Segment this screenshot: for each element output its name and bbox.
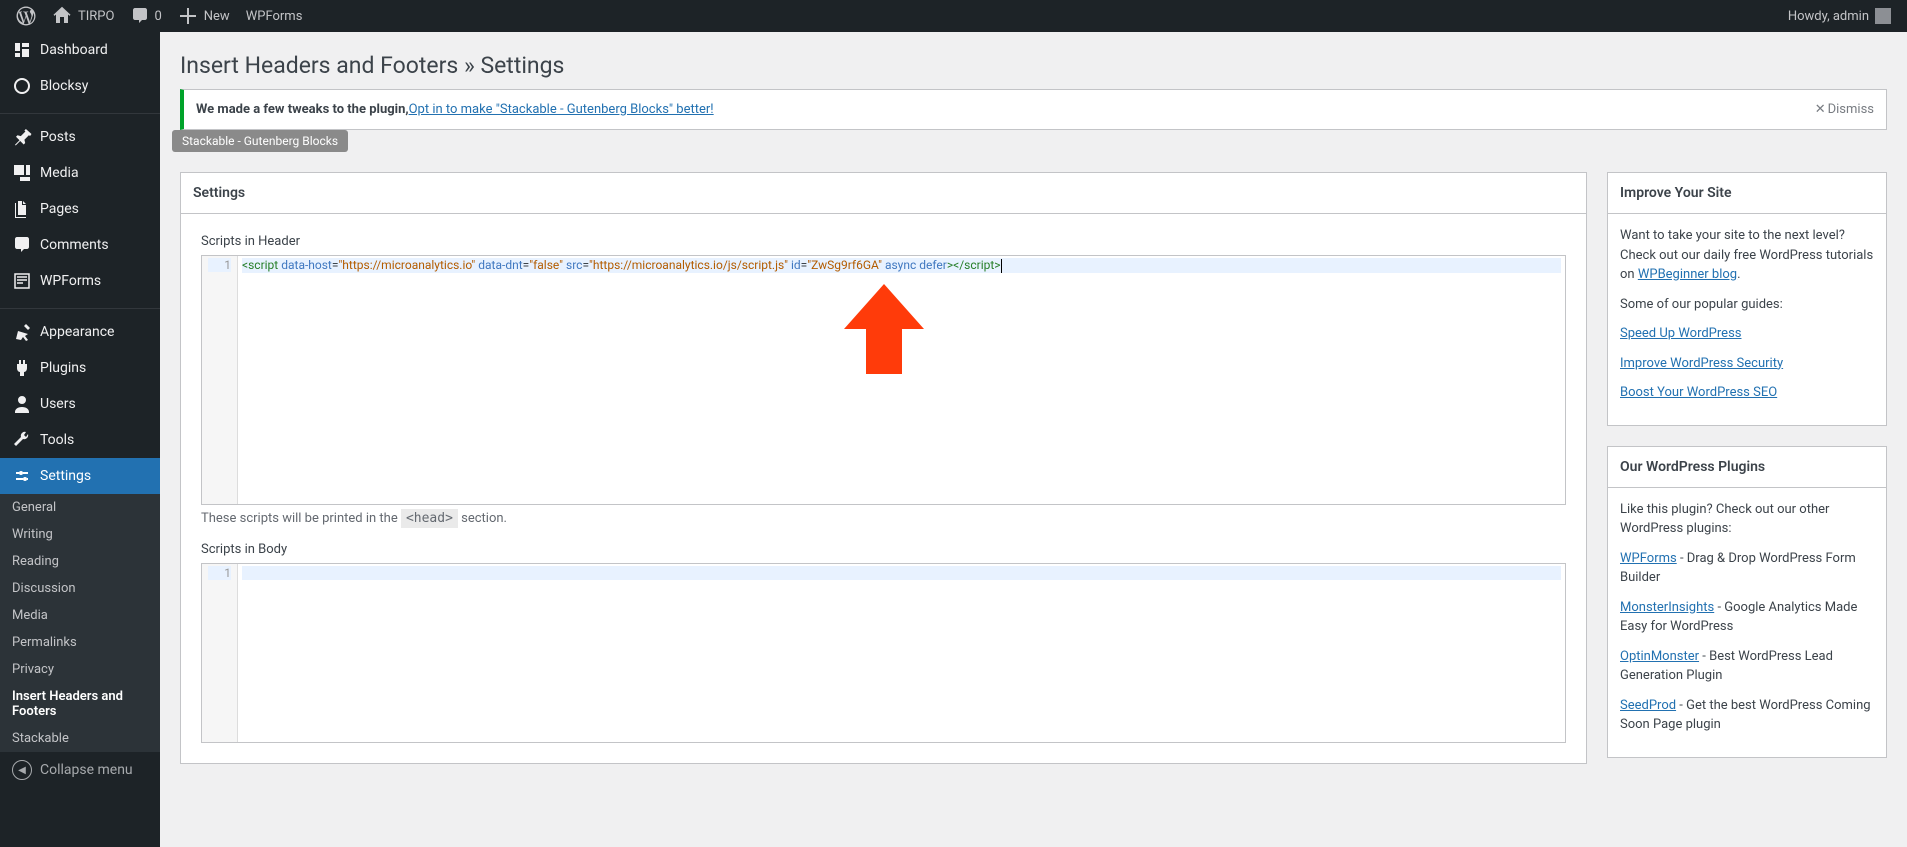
menu-item-appearance[interactable]: Appearance [0,314,160,350]
comment-icon [12,235,32,255]
notice-tag: Stackable - Gutenberg Blocks [172,130,348,152]
wpforms-icon [12,271,32,291]
submenu-item[interactable]: Permalinks [0,629,160,656]
submenu-item[interactable]: Privacy [0,656,160,683]
new-link[interactable]: New [170,0,238,32]
guide-link[interactable]: Speed Up WordPress [1620,326,1741,341]
guide-link[interactable]: Improve WordPress Security [1620,356,1783,371]
user-icon [12,394,32,414]
submenu-item[interactable]: Insert Headers and Footers [0,683,160,725]
account-link[interactable]: Howdy, admin [1780,0,1899,32]
menu-item-settings[interactable]: Settings [0,458,160,494]
new-label: New [204,9,230,24]
submenu-item[interactable]: Reading [0,548,160,575]
menu-item-dashboard[interactable]: Dashboard [0,32,160,68]
wpforms-label: WPForms [246,9,303,24]
submenu-item[interactable]: Discussion [0,575,160,602]
pin-icon [12,127,32,147]
tools-icon [12,430,32,450]
arrow-annotation-icon [844,284,924,374]
submenu-item[interactable]: Media [0,602,160,629]
menu-item-media[interactable]: Media [0,155,160,191]
notice-link[interactable]: Opt in to make "Stackable - Gutenberg Bl… [409,102,714,117]
menu-item-users[interactable]: Users [0,386,160,422]
notice-text: We made a few tweaks to the plugin, [196,102,409,117]
submenu-item[interactable]: Writing [0,521,160,548]
plus-icon [178,6,198,26]
improve-title: Improve Your Site [1608,173,1886,214]
plugin-link[interactable]: SeedProd [1620,698,1676,713]
menu-item-pages[interactable]: Pages [0,191,160,227]
close-icon: ✕ [1815,102,1826,117]
comments-link[interactable]: 0 [122,0,169,32]
site-name: TIRPO [78,9,114,24]
notice: We made a few tweaks to the plugin, Opt … [180,89,1887,130]
wordpress-icon [16,6,36,26]
menu-item-plugins[interactable]: Plugins [0,350,160,386]
comment-count: 0 [154,9,161,24]
submenu-item[interactable]: General [0,494,160,521]
settings-icon [12,466,32,486]
settings-title: Settings [181,173,1586,214]
collapse-menu[interactable]: ◀Collapse menu [0,752,160,788]
pages-icon [12,199,32,219]
submenu-item[interactable]: Stackable [0,725,160,752]
header-help: These scripts will be printed in the <he… [201,511,1566,526]
plugin-link[interactable]: OptinMonster [1620,649,1699,664]
comment-icon [130,6,150,26]
plugin-link[interactable]: WPForms [1620,551,1677,566]
plugins-box: Our WordPress Plugins Like this plugin? … [1607,446,1887,758]
dashboard-icon [12,40,32,60]
body-scripts-editor[interactable]: 1 [201,563,1566,743]
guide-link[interactable]: Boost Your WordPress SEO [1620,385,1777,400]
collapse-icon: ◀ [12,760,32,780]
header-scripts-label: Scripts in Header [201,234,1566,249]
plugins-title: Our WordPress Plugins [1608,447,1886,488]
howdy-text: Howdy, admin [1788,9,1869,24]
admin-bar: TIRPO 0 New WPForms Howdy, admin [0,0,1907,32]
page-title: Insert Headers and Footers » Settings [180,32,1887,89]
menu-item-comments[interactable]: Comments [0,227,160,263]
wp-logo[interactable] [8,0,44,32]
menu-item-blocksy[interactable]: Blocksy [0,68,160,104]
menu-item-wpforms[interactable]: WPForms [0,263,160,299]
admin-menu: DashboardBlocksyPostsMediaPagesCommentsW… [0,32,160,847]
media-icon [12,163,32,183]
settings-box: Settings Scripts in Header 1 <script dat… [180,172,1587,764]
site-link[interactable]: TIRPO [44,0,122,32]
wpforms-link[interactable]: WPForms [238,0,311,32]
appearance-icon [12,322,32,342]
plugin-link[interactable]: MonsterInsights [1620,600,1714,615]
header-scripts-editor[interactable]: 1 <script data-host="https://microanalyt… [201,255,1566,505]
avatar-icon [1875,8,1891,24]
blocksy-icon [12,76,32,96]
menu-item-posts[interactable]: Posts [0,119,160,155]
home-icon [52,6,72,26]
main-content: Insert Headers and Footers » Settings We… [160,32,1907,847]
body-scripts-label: Scripts in Body [201,542,1566,557]
menu-item-tools[interactable]: Tools [0,422,160,458]
dismiss-button[interactable]: ✕ Dismiss [1815,102,1874,117]
improve-site-box: Improve Your Site Want to take your site… [1607,172,1887,426]
wpbeginner-link[interactable]: WPBeginner blog [1638,267,1737,282]
plugin-icon [12,358,32,378]
